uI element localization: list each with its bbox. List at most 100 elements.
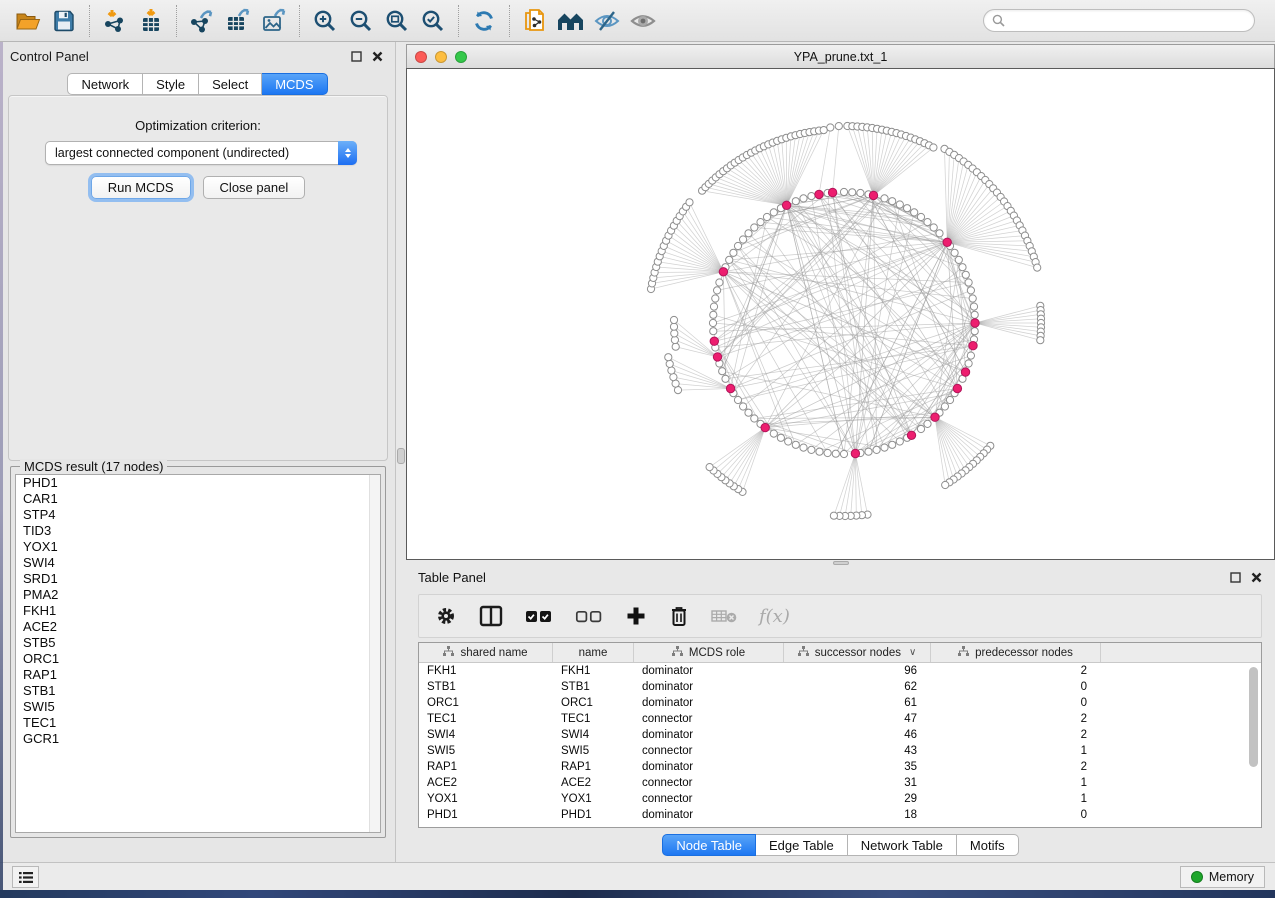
table-cell[interactable]: SWI5 [419,745,553,757]
mcds-result-item[interactable]: PMA2 [16,587,380,603]
table-cell[interactable]: TEC1 [419,713,553,725]
network-hub-node[interactable] [719,268,727,276]
network-node[interactable] [745,230,752,237]
mcds-result-item[interactable]: STP4 [16,507,380,523]
table-cell[interactable]: FKH1 [419,665,553,677]
table-cell[interactable]: ACE2 [419,777,553,789]
network-node[interactable] [930,224,937,231]
network-node[interactable] [941,403,948,410]
table-cell[interactable]: SWI4 [419,729,553,741]
float-table-panel-icon[interactable] [1229,571,1242,584]
mcds-result-item[interactable]: TID3 [16,523,380,539]
table-cell[interactable]: 1 [931,777,1101,789]
network-node[interactable] [770,430,777,437]
mcds-result-item[interactable]: STB5 [16,635,380,651]
network-hub-node[interactable] [953,384,961,392]
network-hub-node[interactable] [828,188,836,196]
network-node[interactable] [792,441,799,448]
zoom-selected-icon[interactable] [415,4,451,38]
network-node[interactable] [671,336,678,343]
network-node[interactable] [710,303,717,310]
network-node[interactable] [930,144,937,151]
table-cell[interactable]: 0 [931,681,1101,693]
network-node[interactable] [896,438,903,445]
network-node[interactable] [955,256,962,263]
delete-icon[interactable] [669,605,689,627]
network-node[interactable] [670,323,677,330]
table-scrollbar[interactable] [1249,667,1258,767]
table-cell[interactable]: 0 [931,697,1101,709]
network-node[interactable] [770,209,777,216]
deselect-all-icon[interactable] [575,608,603,624]
network-node[interactable] [942,481,949,488]
network-node[interactable] [835,123,842,130]
network-node[interactable] [959,264,966,271]
network-node[interactable] [962,271,969,278]
add-column-icon[interactable] [625,605,647,627]
close-panel-button[interactable]: Close panel [203,176,306,199]
run-mcds-button[interactable]: Run MCDS [91,176,191,199]
network-node[interactable] [712,295,719,302]
mcds-result-item[interactable]: SWI4 [16,555,380,571]
network-node[interactable] [670,316,677,323]
open-file-icon[interactable] [10,4,46,38]
memory-button[interactable]: Memory [1180,866,1265,888]
network-node[interactable] [668,367,675,374]
network-node[interactable] [865,448,872,455]
network-node[interactable] [672,343,679,350]
table-cell[interactable]: FKH1 [553,665,634,677]
network-hub-node[interactable] [907,431,915,439]
horizontal-splitter-grip[interactable] [833,561,849,565]
table-row[interactable]: ORC1ORC1dominator610 [419,695,1261,711]
table-cell[interactable]: RAP1 [553,761,634,773]
vertical-splitter[interactable] [396,42,406,862]
network-node[interactable] [873,446,880,453]
tab-select[interactable]: Select [199,73,262,95]
search-input[interactable] [1010,14,1246,28]
mcds-result-item[interactable]: PHD1 [16,475,380,491]
network-node[interactable] [792,198,799,205]
network-node[interactable] [924,219,931,226]
network-node[interactable] [904,205,911,212]
network-node[interactable] [763,213,770,220]
tab-style[interactable]: Style [143,73,199,95]
network-node[interactable] [924,420,931,427]
table-row[interactable]: PHD1PHD1dominator180 [419,807,1261,823]
table-cell[interactable]: 2 [931,665,1101,677]
network-node[interactable] [800,195,807,202]
network-node[interactable] [1034,264,1041,271]
table-cell[interactable]: 2 [931,761,1101,773]
network-node[interactable] [911,209,918,216]
table-cell[interactable]: STB1 [553,681,634,693]
table-cell[interactable]: ORC1 [419,697,553,709]
refresh-icon[interactable] [466,4,502,38]
network-node[interactable] [785,438,792,445]
network-node[interactable] [889,198,896,205]
table-cell[interactable]: 31 [784,777,931,789]
network-node[interactable] [889,441,896,448]
zoom-fit-icon[interactable] [379,4,415,38]
network-node[interactable] [800,444,807,451]
mcds-result-item[interactable]: YOX1 [16,539,380,555]
network-node[interactable] [665,354,672,361]
mcds-result-list[interactable]: PHD1CAR1STP4TID3YOX1SWI4SRD1PMA2FKH1ACE2… [15,474,381,833]
table-cell[interactable]: 43 [784,745,931,757]
table-cell[interactable]: 18 [784,809,931,821]
function-builder-icon[interactable]: f(x) [759,606,790,627]
network-node[interactable] [967,352,974,359]
table-cell[interactable]: STB1 [419,681,553,693]
table-cell[interactable]: 46 [784,729,931,741]
table-cell[interactable]: dominator [634,681,784,693]
show-all-icon[interactable] [625,4,661,38]
network-node[interactable] [840,450,847,457]
table-cell[interactable]: 1 [931,793,1101,805]
save-session-icon[interactable] [46,4,82,38]
network-hub-node[interactable] [943,238,951,246]
tab-motifs[interactable]: Motifs [957,834,1019,856]
tab-network-table[interactable]: Network Table [848,834,957,856]
network-node[interactable] [936,230,943,237]
gear-icon[interactable] [435,605,457,627]
network-node[interactable] [671,330,678,337]
table-cell[interactable]: dominator [634,809,784,821]
mcds-result-item[interactable]: TEC1 [16,715,380,731]
